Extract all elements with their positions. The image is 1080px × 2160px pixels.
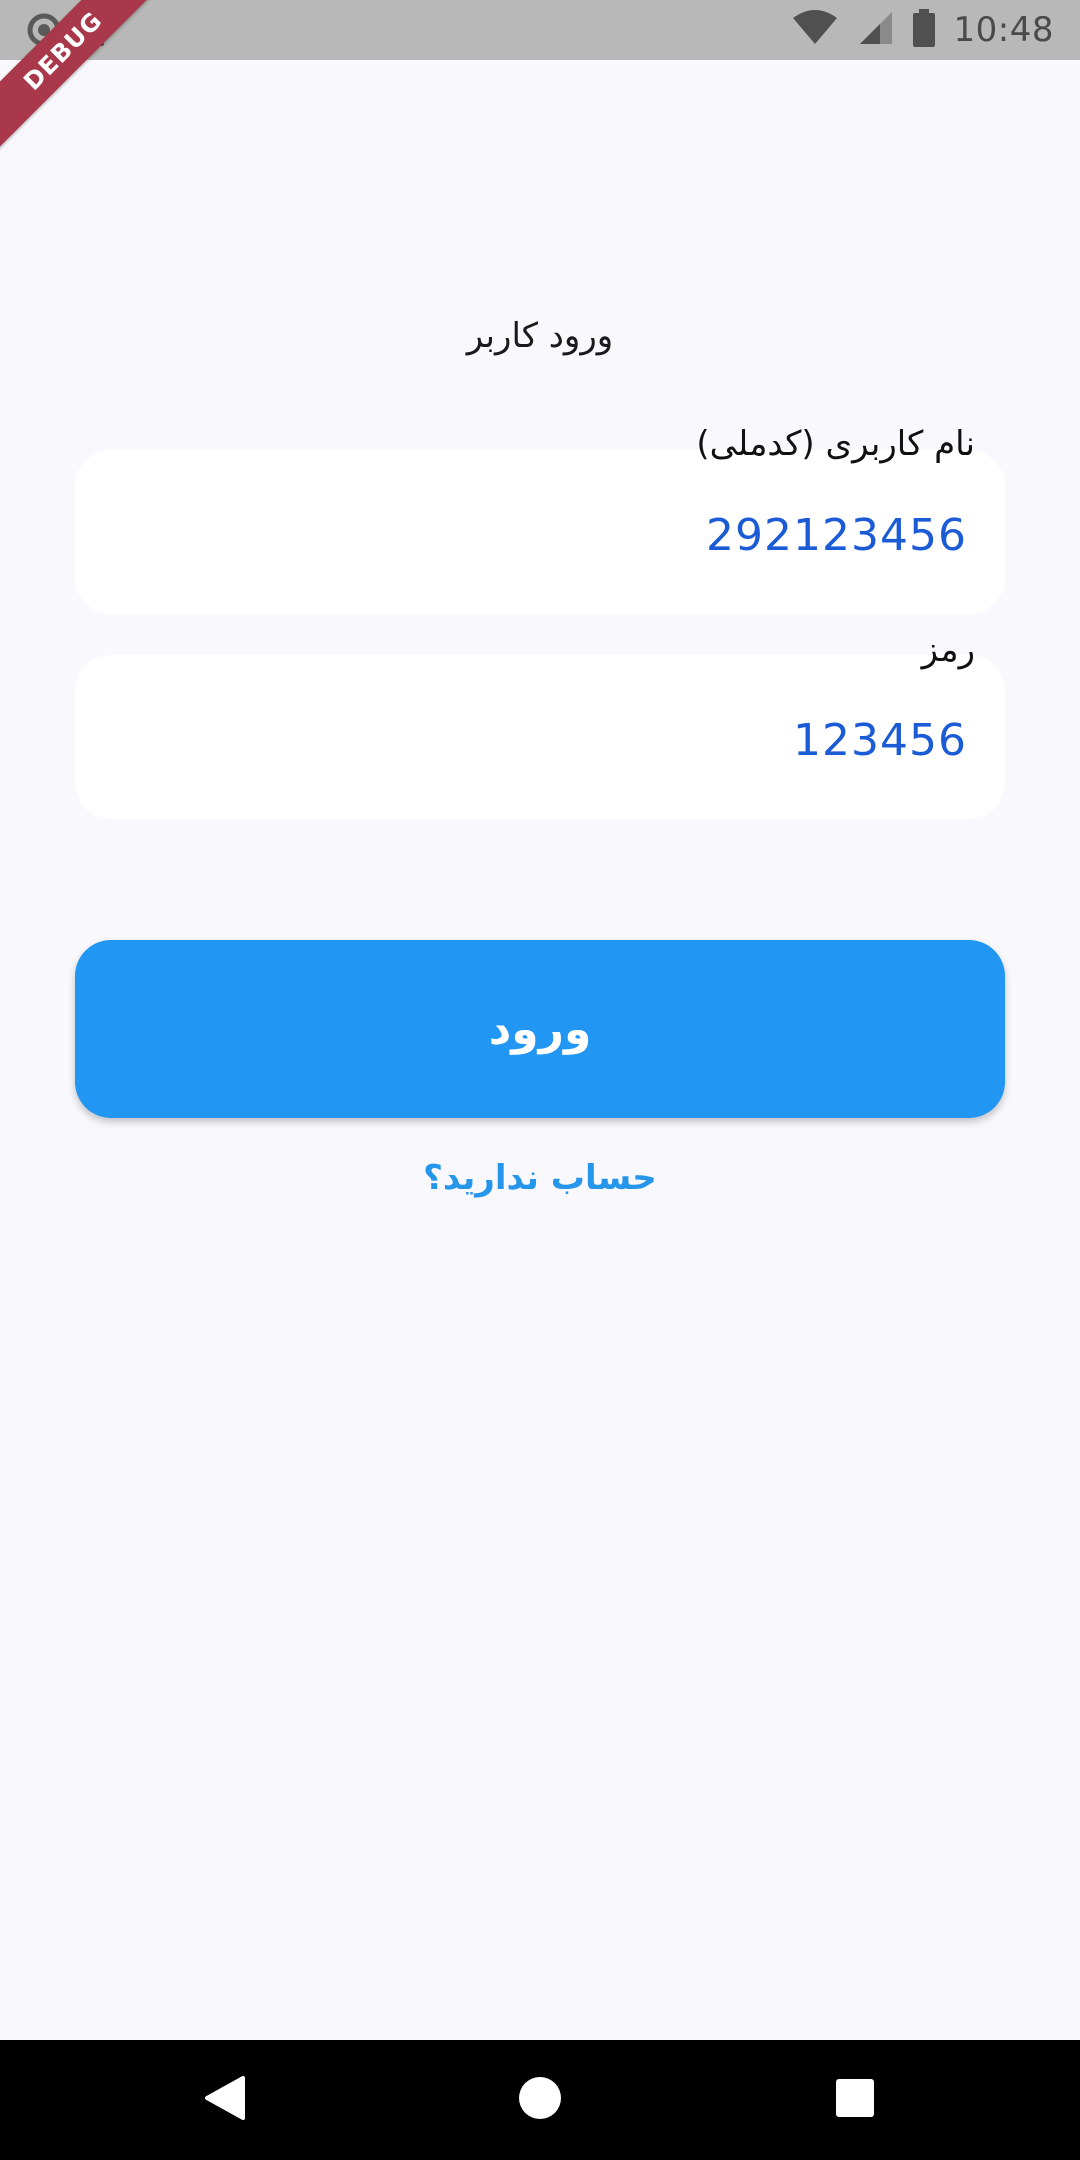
recents-button[interactable] — [795, 2040, 915, 2160]
username-field[interactable]: 292123456 — [75, 450, 1005, 614]
username-label: نام کاربری (کدملی) — [696, 424, 975, 464]
back-button[interactable] — [165, 2040, 285, 2160]
password-label: رمز — [921, 630, 975, 670]
home-icon — [517, 2075, 563, 2125]
navigation-bar — [0, 2040, 1080, 2160]
back-icon — [203, 2074, 247, 2126]
status-bar: 10:48 — [0, 0, 1080, 60]
recents-icon — [835, 2078, 875, 2122]
status-right-icons: 10:48 — [792, 0, 1054, 60]
wifi-icon — [792, 10, 838, 50]
signal-icon — [856, 10, 894, 50]
signup-link[interactable]: حساب ندارید؟ — [0, 1158, 1080, 1198]
password-value: 123456 — [793, 714, 967, 766]
page-title: ورود کاربر — [466, 316, 614, 356]
status-time: 10:48 — [953, 10, 1054, 50]
home-button[interactable] — [480, 2040, 600, 2160]
battery-icon — [912, 9, 936, 51]
username-value: 292123456 — [706, 509, 967, 561]
password-field[interactable]: 123456 — [75, 655, 1005, 819]
login-button[interactable]: ورود — [75, 940, 1005, 1118]
login-screen: 10:48 DEBUG ورود کاربر نام کاربری (کدملی… — [0, 0, 1080, 2160]
